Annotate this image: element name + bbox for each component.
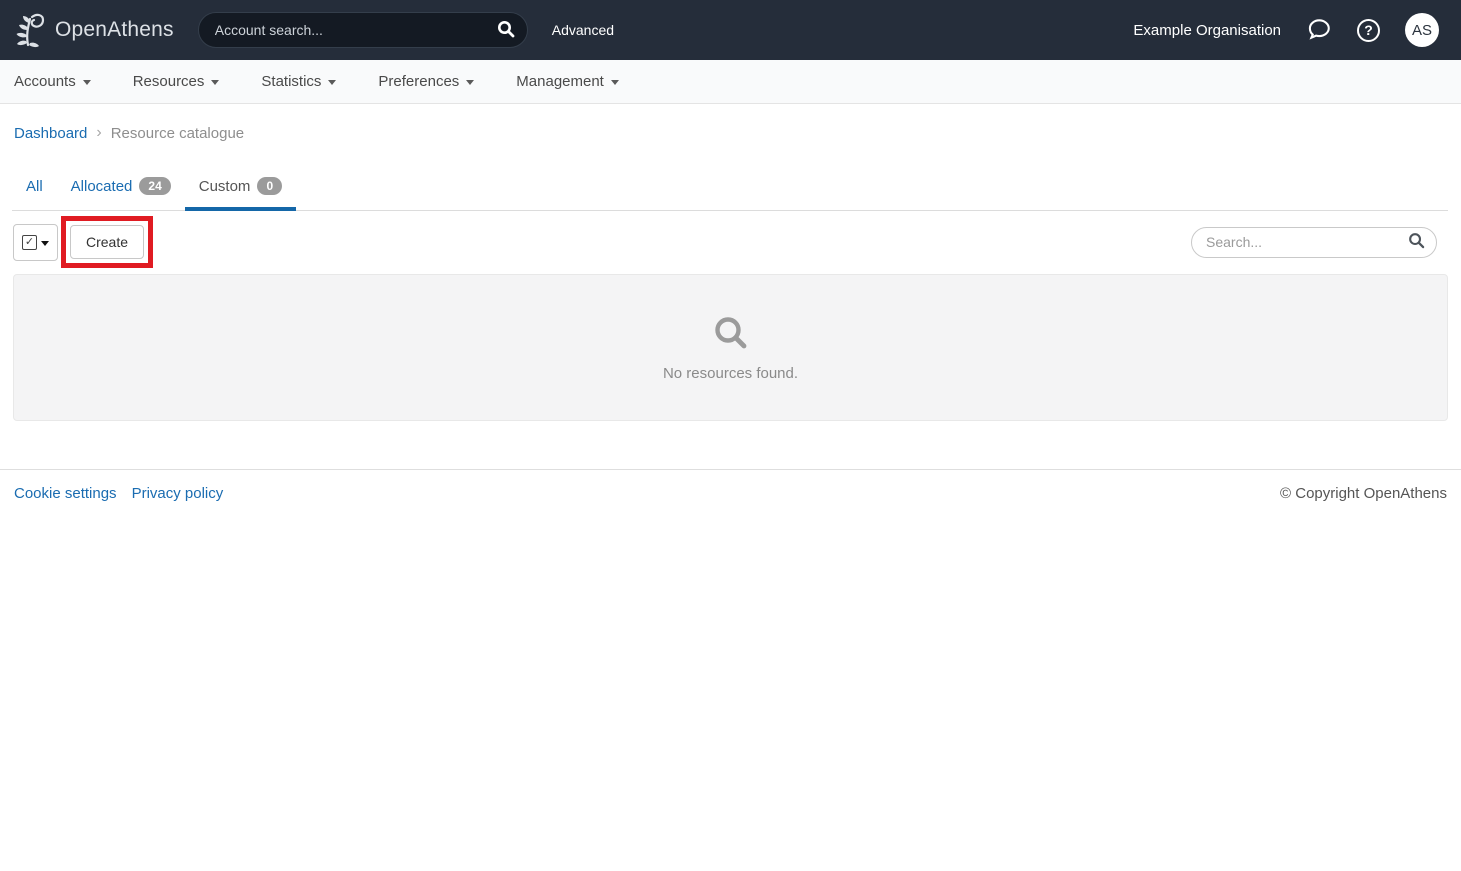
help-icon: ? bbox=[1357, 19, 1380, 42]
nav-item-resources[interactable]: Resources bbox=[133, 73, 220, 90]
caret-down-icon bbox=[611, 80, 619, 85]
tab-label: Allocated bbox=[71, 178, 133, 195]
openathens-logo[interactable]: OpenAthens bbox=[12, 9, 174, 51]
tab-allocated[interactable]: Allocated 24 bbox=[57, 168, 185, 211]
help-button[interactable]: ? bbox=[1357, 19, 1380, 42]
tab-label: All bbox=[26, 178, 43, 195]
tab-custom[interactable]: Custom 0 bbox=[185, 168, 296, 211]
resource-tabs: All Allocated 24 Custom 0 bbox=[12, 168, 1448, 211]
caret-down-icon bbox=[328, 80, 336, 85]
breadcrumb-current: Resource catalogue bbox=[111, 125, 244, 142]
bulk-select-dropdown-button[interactable]: ✓ bbox=[13, 224, 58, 261]
nav-item-management[interactable]: Management bbox=[516, 73, 619, 90]
account-search-input[interactable] bbox=[215, 22, 491, 38]
breadcrumb-separator-icon: › bbox=[96, 124, 101, 142]
brand-wordmark: OpenAthens bbox=[55, 18, 174, 42]
tab-label: Custom bbox=[199, 178, 251, 195]
caret-down-icon bbox=[466, 80, 474, 85]
nav-item-label: Statistics bbox=[261, 73, 321, 90]
caret-down-icon bbox=[83, 80, 91, 85]
tab-all[interactable]: All bbox=[12, 168, 57, 211]
breadcrumb: Dashboard › Resource catalogue bbox=[0, 104, 1461, 162]
annotation-highlight: Create bbox=[61, 216, 153, 268]
nav-item-label: Preferences bbox=[378, 73, 459, 90]
advanced-search-link[interactable]: Advanced bbox=[552, 22, 614, 38]
account-search-box bbox=[198, 12, 528, 48]
copyright-text: © Copyright OpenAthens bbox=[1280, 485, 1447, 502]
nav-item-accounts[interactable]: Accounts bbox=[14, 73, 91, 90]
account-search-submit-button[interactable] bbox=[491, 15, 521, 45]
resource-search-box bbox=[1191, 227, 1437, 258]
nav-item-statistics[interactable]: Statistics bbox=[261, 73, 336, 90]
privacy-policy-link[interactable]: Privacy policy bbox=[132, 485, 224, 502]
tab-count-badge: 24 bbox=[139, 177, 170, 195]
empty-results-panel: No resources found. bbox=[13, 274, 1448, 421]
chat-bubble-icon bbox=[1306, 16, 1332, 45]
organisation-name: Example Organisation bbox=[1133, 22, 1281, 39]
top-bar-right: Example Organisation ? AS bbox=[1133, 13, 1439, 47]
nav-item-preferences[interactable]: Preferences bbox=[378, 73, 474, 90]
user-avatar[interactable]: AS bbox=[1405, 13, 1439, 47]
top-bar: OpenAthens Advanced Example Organisation… bbox=[0, 0, 1461, 60]
cookie-settings-link[interactable]: Cookie settings bbox=[14, 485, 117, 502]
create-button[interactable]: Create bbox=[70, 225, 144, 259]
feedback-button[interactable] bbox=[1306, 16, 1332, 45]
caret-down-icon bbox=[211, 80, 219, 85]
resource-search-input[interactable] bbox=[1206, 234, 1408, 250]
nav-item-label: Accounts bbox=[14, 73, 76, 90]
checkbox-checked-icon: ✓ bbox=[22, 235, 37, 250]
caret-down-icon bbox=[41, 241, 49, 246]
page-footer: Cookie settings Privacy policy © Copyrig… bbox=[0, 469, 1461, 517]
nav-item-label: Resources bbox=[133, 73, 205, 90]
search-empty-icon bbox=[711, 314, 751, 357]
search-icon bbox=[497, 20, 515, 41]
tab-count-badge: 0 bbox=[257, 177, 282, 195]
search-icon[interactable] bbox=[1408, 232, 1425, 252]
main-nav: Accounts Resources Statistics Preference… bbox=[0, 60, 1461, 104]
breadcrumb-dashboard-link[interactable]: Dashboard bbox=[14, 125, 87, 142]
nav-item-label: Management bbox=[516, 73, 604, 90]
openathens-logo-icon bbox=[12, 9, 48, 51]
catalogue-toolbar: ✓ Create bbox=[13, 216, 1437, 268]
empty-message: No resources found. bbox=[663, 365, 798, 382]
